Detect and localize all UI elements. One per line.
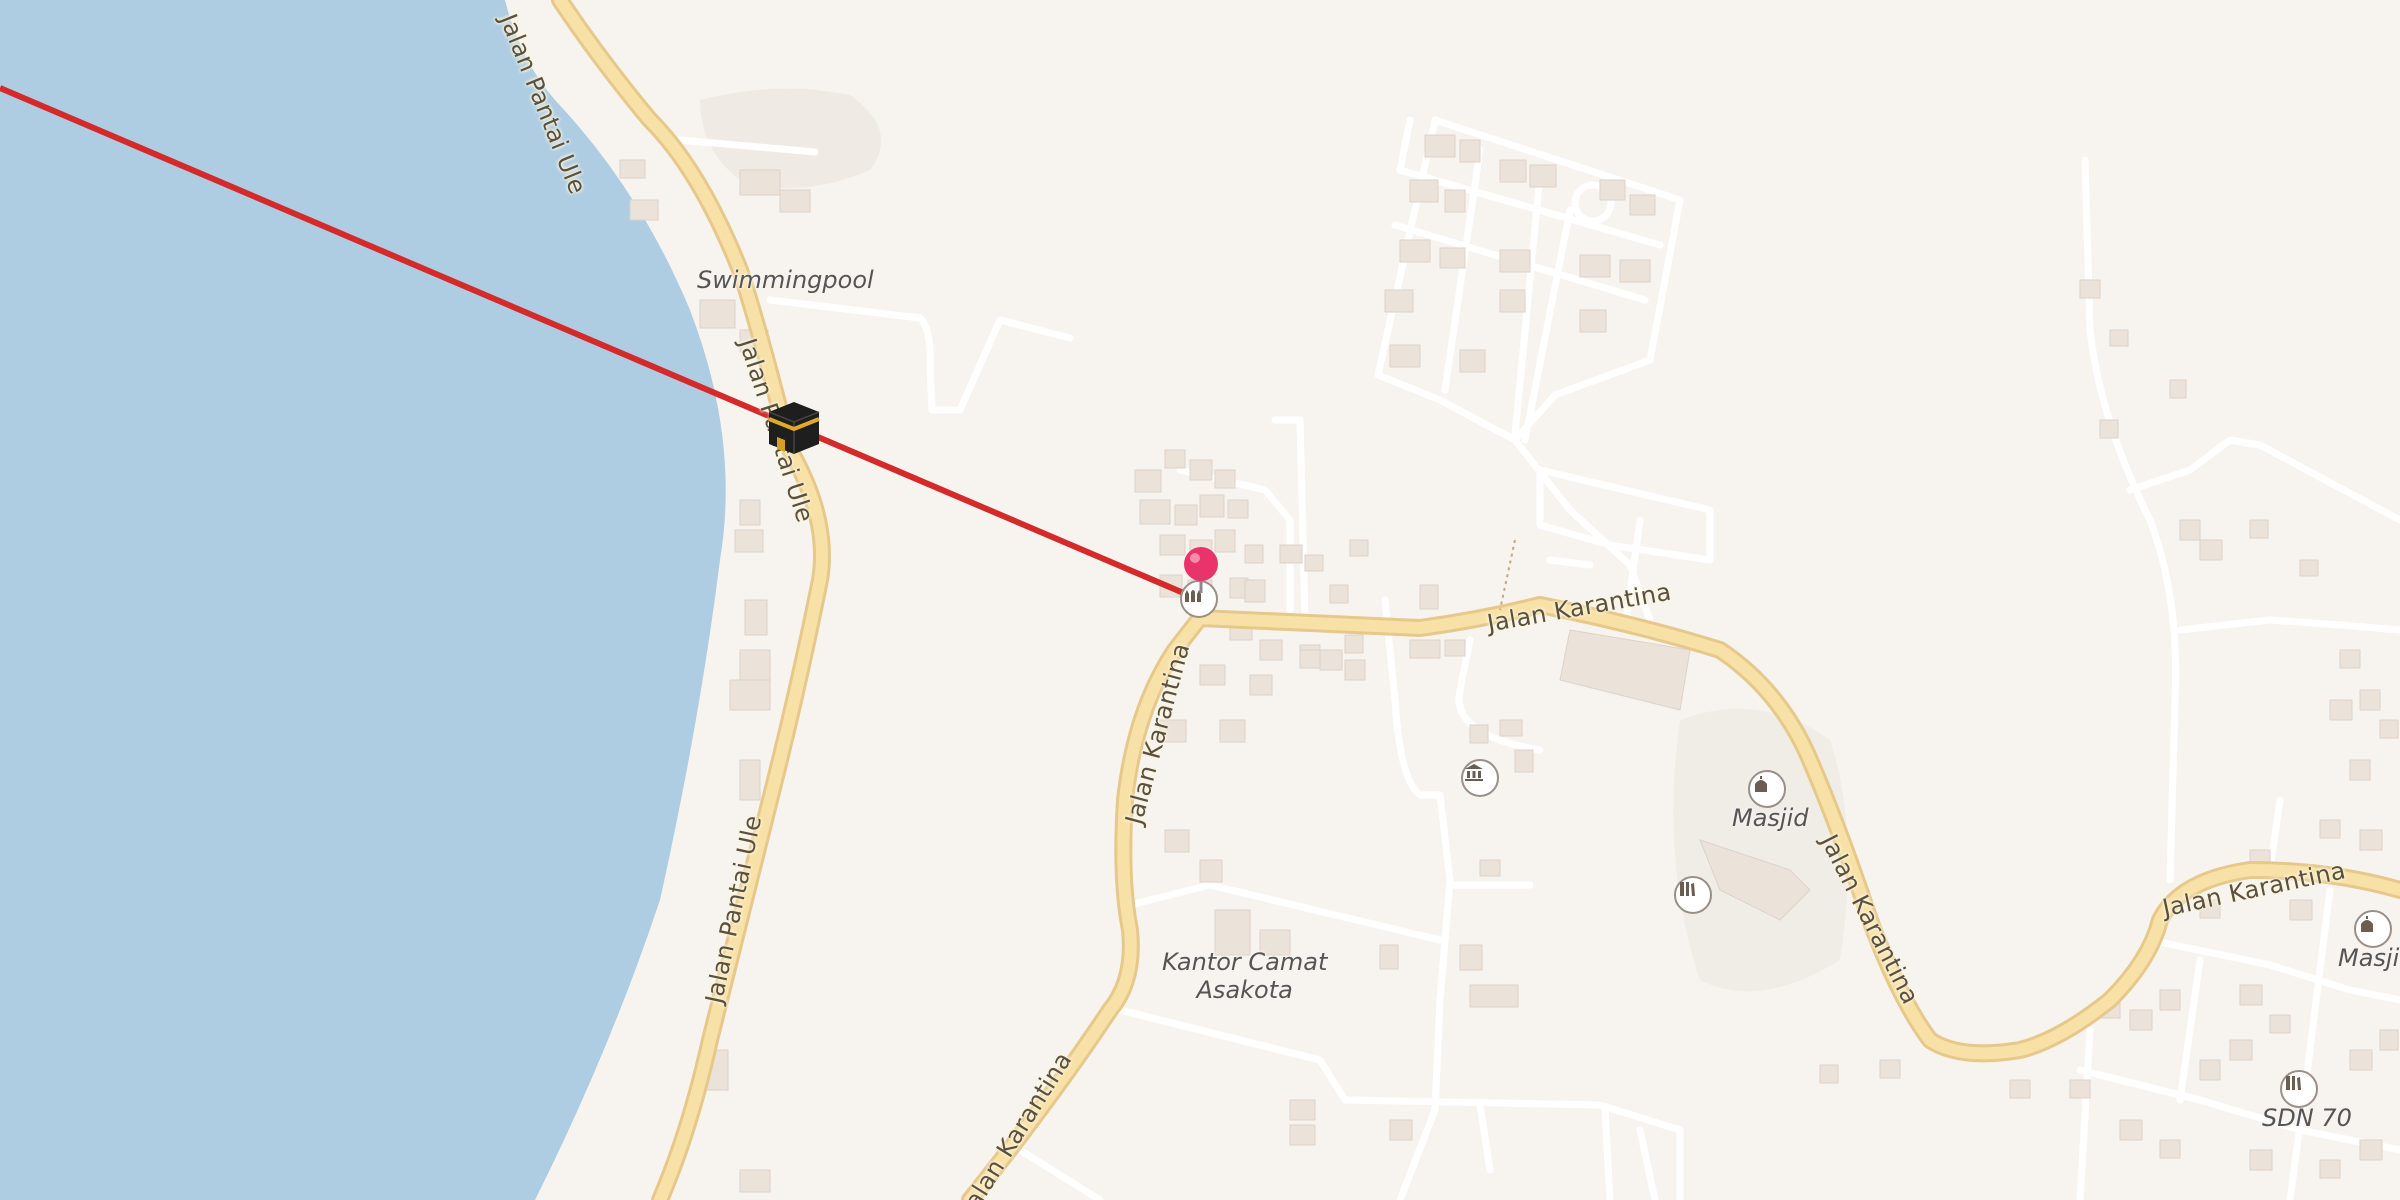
landuse-area (700, 88, 882, 188)
place-label-sdn70: SDN 70 (2262, 1104, 2352, 1132)
place-label-swimmingpool: Swimmingpool (697, 266, 874, 294)
sea-water (0, 0, 726, 1200)
school-icon[interactable] (2280, 1070, 2318, 1108)
mosque-icon[interactable] (2354, 910, 2392, 948)
buildings (619, 134, 2399, 1193)
museum-icon[interactable] (1461, 759, 1499, 797)
map-view[interactable]: Jalan Pantai Ule Jalan Pantai Ule Jalan … (0, 0, 2400, 1200)
mosque-icon[interactable] (1748, 770, 1786, 808)
place-label-kantor-camat: Kantor Camat Asakota (1162, 948, 1327, 1004)
school-icon[interactable] (1674, 876, 1712, 914)
place-label-line: Kantor Camat (1162, 948, 1328, 976)
place-label-masjid: Masjid (2338, 944, 2400, 972)
minor-roads (676, 116, 2400, 1200)
footpath (1499, 539, 1516, 611)
place-label-masjid: Masjid (1732, 804, 1809, 832)
place-label-line: Asakota (1196, 976, 1293, 1004)
